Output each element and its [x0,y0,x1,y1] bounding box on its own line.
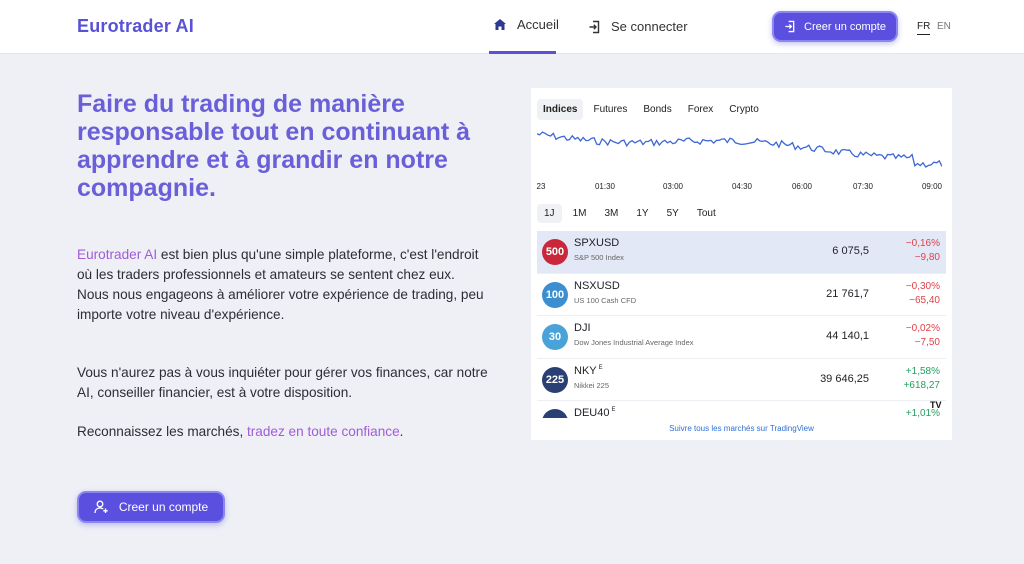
tab-indices[interactable]: Indices [537,99,584,120]
range-3m[interactable]: 3M [597,204,625,223]
index-row[interactable]: DEU40 E +1,01% [537,401,946,418]
index-badge: 100 [542,281,568,308]
index-price: 21 761,7 [826,287,869,300]
index-change: −0,16% −9,80 [905,238,940,263]
index-row[interactable]: 500 SPXUSD S&P 500 Index 6 075,5 −0,16% −… [537,231,946,274]
market-overview-widget: Indices Futures Bonds Forex Crypto 23 01… [531,88,952,440]
tradingview-link[interactable]: Suivre tous les marchés sur TradingView [531,424,952,433]
index-change: −0,02% −7,50 [905,323,940,348]
hero-create-account-button[interactable]: Creer un compte [77,491,225,523]
chart-series-line [537,131,942,168]
index-row[interactable]: 225 NKY E Nikkei 225 39 646,25 +1,58% +618… [537,359,946,401]
hero-title: Faire du trading de manière responsable … [77,90,471,202]
index-row[interactable]: 100 NSXUSD US 100 Cash CFD 21 761,7 −0,3… [537,274,946,316]
x-tick-label: 07:30 [852,182,874,191]
index-price: 6 075,5 [832,245,869,257]
tagline-start: Reconnaissez les marchés, [77,424,247,439]
language-fr[interactable]: FR [917,21,931,35]
create-account-button[interactable]: Creer un compte [772,11,898,42]
index-description: Dow Jones Industrial Average Index [574,338,694,347]
index-symbol: NSXUSD [574,279,620,292]
tab-crypto[interactable]: Crypto [723,99,764,120]
index-badge: 30 [542,324,568,350]
create-account-label: Creer un compte [804,20,886,33]
x-tick-label: 09:00 [921,182,943,191]
index-badge [542,409,568,418]
language-en[interactable]: EN [937,21,951,32]
index-symbol: DEU40 E [574,407,616,418]
tradingview-logo[interactable]: TV [930,400,942,410]
tagline-end: . [399,424,404,439]
index-description: US 100 Cash CFD [574,295,637,305]
range-selector: 1J 1M 3M 1Y 5Y Tout [537,204,723,223]
nav-active-indicator [489,51,556,54]
finance-paragraph: Vous n'aurez pas à vous inquiéter pour g… [77,365,488,400]
x-tick-label: 23 [536,182,546,191]
range-5y[interactable]: 5Y [660,204,686,223]
x-tick-label: 01:30 [594,182,616,191]
index-change: −0,30% −65,40 [905,280,940,306]
index-symbol: NKY E [574,364,603,377]
x-tick-label: 03:00 [662,182,684,191]
index-badge: 225 [542,366,568,393]
index-symbol: SPXUSD [574,237,620,249]
range-1y[interactable]: 1Y [629,204,655,223]
intraday-line-chart[interactable] [537,124,942,174]
market-tabs: Indices Futures Bonds Forex Crypto [537,99,765,120]
top-navbar: Eurotrader AI Accueil Se connecter Creer… [0,0,1024,54]
intro-paragraph: Eurotrader AI est bien plus qu'une simpl… [77,245,497,325]
index-list: 500 SPXUSD S&P 500 Index 6 075,5 −0,16% −… [537,231,946,418]
range-all[interactable]: Tout [690,204,723,223]
chart-x-axis: 23 01:30 03:00 04:30 06:00 07:30 09:00 [531,182,952,194]
nav-home[interactable]: Accueil [493,17,559,32]
index-price: 44 140,1 [826,330,869,342]
hero-create-account-label: Creer un compte [118,500,209,514]
login-icon [785,20,795,33]
x-tick-label: 04:30 [731,182,753,191]
tab-futures[interactable]: Futures [587,99,633,120]
commitment-text: Nous nous engageons à améliorer votre ex… [77,287,484,322]
x-tick-label: 06:00 [791,182,813,191]
tab-bonds[interactable]: Bonds [637,99,677,120]
index-change: +1,58% +618,27 [903,365,940,391]
index-badge: 500 [542,239,568,265]
home-icon [494,19,506,30]
nav-login[interactable]: Se connecter [588,19,688,34]
range-1m[interactable]: 1M [566,204,594,223]
tagline-paragraph: Reconnaissez les marchés, tradez en tout… [77,422,497,442]
tagline-accent: tradez en toute confiance [247,424,400,439]
index-description: S&P 500 Index [574,253,624,262]
nav-home-label: Accueil [517,17,559,32]
login-icon [589,20,600,33]
tab-forex[interactable]: Forex [682,99,720,120]
index-description: Nikkei 225 [574,380,610,390]
brand-logo[interactable]: Eurotrader AI [77,16,194,37]
index-price: 39 646,25 [820,372,869,385]
index-symbol: DJI [574,322,591,334]
add-user-icon [94,500,108,514]
range-1d[interactable]: 1J [537,204,562,223]
nav-login-label: Se connecter [611,19,688,34]
brand-mention: Eurotrader AI [77,247,158,262]
index-row[interactable]: 30 DJI Dow Jones Industrial Average Inde… [537,316,946,359]
